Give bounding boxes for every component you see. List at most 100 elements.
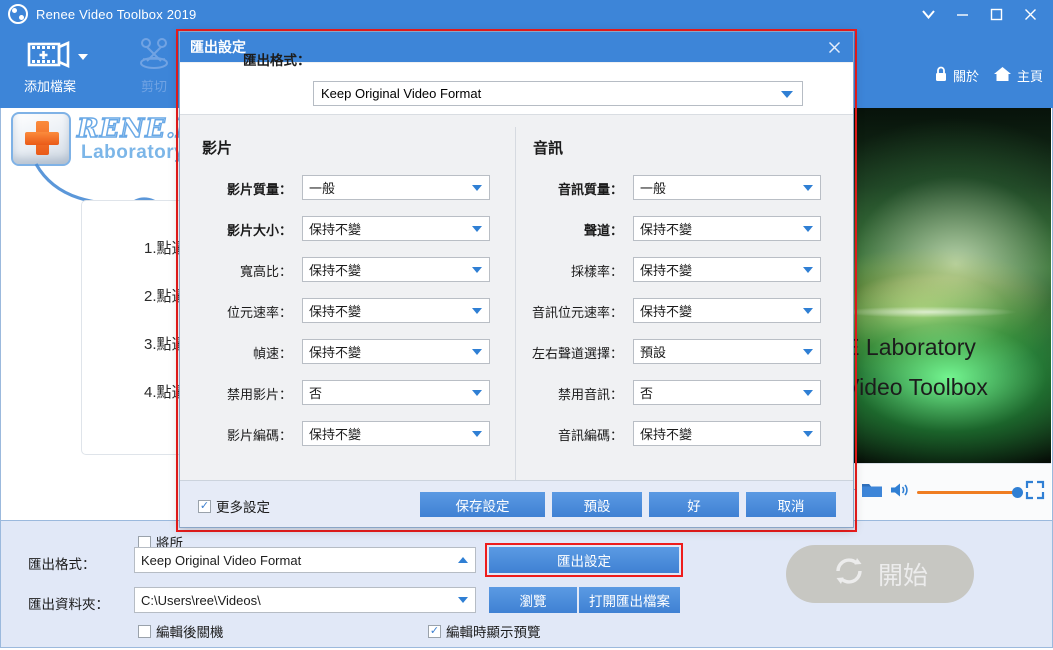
- preview-video-frame[interactable]: [839, 108, 1051, 463]
- field-audio-bitrate-label: 音訊位元速率：: [531, 305, 623, 320]
- field-disable-audio-value: 否: [640, 386, 654, 401]
- field-sample-rate-label: 採樣率：: [570, 264, 623, 279]
- chevron-down-icon[interactable]: [78, 54, 88, 60]
- cancel-button[interactable]: 取消: [746, 492, 836, 517]
- save-settings-button[interactable]: 保存設定: [420, 492, 545, 517]
- chevron-down-icon: [803, 184, 813, 191]
- chevron-up-icon: [458, 557, 468, 563]
- home-action[interactable]: 主頁: [993, 66, 1043, 85]
- home-icon: [993, 66, 1012, 85]
- show-preview-checkbox-box[interactable]: ✓: [428, 624, 441, 638]
- field-video-codec-label: 影片編碼：: [226, 428, 292, 443]
- field-audio-codec-select[interactable]: 保持不變: [633, 421, 821, 446]
- shutdown-after-checkbox[interactable]: 編輯後關機: [138, 621, 224, 641]
- cancel-button-label: 取消: [777, 498, 805, 514]
- export-folder-combo[interactable]: C:\Users\ree\Videos\: [134, 587, 476, 613]
- about-action[interactable]: 關於: [934, 66, 979, 85]
- field-sample-rate-value: 保持不變: [640, 263, 693, 278]
- field-disable-video-label: 禁用影片：: [226, 387, 292, 402]
- field-audio-quality-value: 一般: [640, 181, 667, 196]
- field-video-quality-select[interactable]: 一般: [302, 175, 490, 200]
- field-video-codec-value: 保持不變: [309, 427, 362, 442]
- chevron-down-icon: [803, 225, 813, 232]
- more-settings-checkbox[interactable]: ✓ 更多設定: [198, 496, 270, 516]
- more-settings-checkbox-box[interactable]: ✓: [198, 499, 211, 513]
- field-aspect-ratio: 寬高比： 保持不變: [240, 257, 490, 282]
- export-folder-value: C:\Users\ree\Videos\: [141, 592, 261, 608]
- field-sample-rate: 採樣率： 保持不變: [571, 257, 821, 282]
- field-video-codec-select[interactable]: 保持不變: [302, 421, 490, 446]
- export-format-label: 匯出格式：: [28, 557, 96, 572]
- field-sample-rate-select[interactable]: 保持不變: [633, 257, 821, 282]
- chevron-down-icon: [472, 225, 482, 232]
- field-aspect-ratio-value: 保持不變: [309, 263, 362, 278]
- export-settings-button-label: 匯出設定: [557, 554, 611, 569]
- field-audio-quality: 音訊質量： 一般: [558, 175, 821, 200]
- close-icon[interactable]: [1013, 0, 1047, 28]
- dialog-format-combo[interactable]: Keep Original Video Format: [313, 81, 803, 106]
- field-aspect-ratio-label: 寬高比：: [239, 264, 292, 279]
- volume-slider[interactable]: [917, 486, 1023, 498]
- preview-text-line2: e Video Toolbox: [839, 374, 988, 400]
- field-disable-video-select[interactable]: 否: [302, 380, 490, 405]
- open-export-folder-label: 打開匯出檔案: [589, 594, 670, 609]
- field-stereo-channel-select[interactable]: 預設: [633, 339, 821, 364]
- open-export-folder-button[interactable]: 打開匯出檔案: [579, 587, 680, 613]
- preview-controls-bar: [839, 463, 1051, 520]
- field-audio-channel: 聲道： 保持不變: [584, 216, 821, 241]
- maximize-icon[interactable]: [979, 0, 1013, 28]
- lock-icon: [934, 66, 948, 85]
- field-video-codec: 影片編碼： 保持不變: [227, 421, 490, 446]
- field-stereo-channel-value: 預設: [640, 345, 667, 360]
- default-button[interactable]: 預設: [552, 492, 642, 517]
- app-logo-icon: [8, 4, 28, 24]
- chevron-down-icon: [472, 348, 482, 355]
- start-button[interactable]: 開始: [786, 545, 974, 603]
- audio-section-title: 音訊: [533, 140, 564, 157]
- toolbar-add-file-label: 添加檔案: [23, 79, 76, 94]
- field-audio-quality-select[interactable]: 一般: [633, 175, 821, 200]
- minimize-icon[interactable]: [945, 0, 979, 28]
- chevron-down-icon: [472, 266, 482, 273]
- dropdown-icon[interactable]: [911, 0, 945, 28]
- field-framerate: 幀速： 保持不變: [253, 339, 490, 364]
- export-format-combo[interactable]: Keep Original Video Format: [134, 547, 476, 573]
- chevron-down-icon: [472, 430, 482, 437]
- field-audio-bitrate-value: 保持不變: [640, 304, 693, 319]
- field-video-size-select[interactable]: 保持不變: [302, 216, 490, 241]
- field-audio-bitrate-select[interactable]: 保持不變: [633, 298, 821, 323]
- field-audio-channel-label: 聲道：: [583, 223, 623, 238]
- export-settings-dialog: 匯出設定 匯出格式： Keep Original Video Format 影片…: [179, 31, 854, 528]
- field-disable-audio-select[interactable]: 否: [633, 380, 821, 405]
- volume-icon[interactable]: [889, 481, 911, 504]
- field-audio-quality-label: 音訊質量：: [557, 182, 623, 197]
- field-audio-channel-select[interactable]: 保持不變: [633, 216, 821, 241]
- chevron-down-icon: [803, 430, 813, 437]
- ok-button[interactable]: 好: [649, 492, 739, 517]
- export-folder-label: 匯出資料夾：: [28, 597, 109, 612]
- preview-sparkle: [839, 304, 1051, 320]
- field-disable-video: 禁用影片： 否: [227, 380, 490, 405]
- field-aspect-ratio-select[interactable]: 保持不變: [302, 257, 490, 282]
- window-controls: [911, 0, 1047, 28]
- volume-slider-knob[interactable]: [1012, 486, 1023, 498]
- show-preview-checkbox[interactable]: ✓ 編輯時顯示預覽: [428, 621, 541, 641]
- column-divider: [515, 127, 516, 482]
- dialog-format-value: Keep Original Video Format: [321, 86, 482, 101]
- fullscreen-icon[interactable]: [1025, 480, 1045, 505]
- field-video-size-value: 保持不變: [309, 222, 362, 237]
- close-icon[interactable]: [823, 36, 845, 58]
- field-stereo-channel: 左右聲道選擇： 預設: [532, 339, 821, 364]
- folder-icon[interactable]: [861, 481, 883, 504]
- field-framerate-select[interactable]: 保持不變: [302, 339, 490, 364]
- shutdown-after-checkbox-box[interactable]: [138, 624, 151, 638]
- add-file-icon: [26, 34, 74, 74]
- field-audio-bitrate: 音訊位元速率： 保持不變: [532, 298, 821, 323]
- dialog-title: 匯出設定: [190, 39, 246, 55]
- field-video-bitrate-select[interactable]: 保持不變: [302, 298, 490, 323]
- export-settings-button[interactable]: 匯出設定: [489, 547, 679, 573]
- about-label: 關於: [952, 69, 979, 84]
- browse-button[interactable]: 瀏覽: [489, 587, 577, 613]
- app-title: Renee Video Toolbox 2019: [36, 6, 197, 22]
- toolbar-add-file[interactable]: 添加檔案: [4, 34, 96, 104]
